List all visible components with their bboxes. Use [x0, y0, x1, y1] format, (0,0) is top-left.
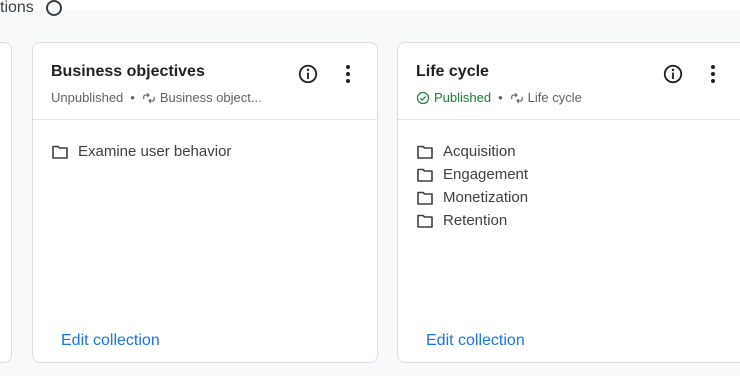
section-heading: tions	[0, 0, 63, 20]
status-label: Unpublished	[51, 90, 124, 105]
folder-icon	[52, 145, 68, 159]
list-item[interactable]: Examine user behavior	[52, 140, 377, 163]
folder-icon	[417, 191, 433, 205]
list-item[interactable]: Engagement	[417, 163, 740, 186]
info-icon[interactable]	[297, 63, 319, 85]
list-item[interactable]: Acquisition	[417, 140, 740, 163]
list-item-label: Acquisition	[443, 143, 516, 160]
card-subtitle: Unpublished • Business object...	[51, 90, 262, 105]
list-item-label: Retention	[443, 212, 508, 229]
card-header: Life cycle Published • Life cycle	[398, 43, 740, 120]
card-body: Examine user behavior	[33, 120, 377, 163]
list-item-label: Engagement	[443, 166, 529, 183]
collection-icon	[143, 92, 155, 103]
separator-dot: •	[130, 90, 135, 105]
status-badge: Published	[416, 90, 491, 105]
status-label: Published	[434, 90, 492, 105]
collection-name: Business object...	[159, 90, 262, 105]
edit-collection-link[interactable]: Edit collection	[426, 332, 525, 350]
folder-icon	[417, 214, 433, 228]
card-subtitle: Published • Life cycle	[416, 90, 582, 105]
list-item-label: Examine user behavior	[78, 143, 232, 160]
list-item-label: Monetization	[443, 189, 529, 206]
card-title: Business objectives	[51, 63, 205, 80]
collection-card: Business objectives Unpublished • Busine…	[32, 42, 378, 363]
edit-collection-link[interactable]: Edit collection	[61, 332, 160, 350]
card-title: Life cycle	[416, 63, 489, 80]
section-heading-text: tions	[0, 0, 34, 16]
collection-card: Life cycle Published • Life cycle Acquis…	[397, 42, 740, 363]
help-icon[interactable]	[46, 0, 63, 16]
folder-icon	[417, 168, 433, 182]
info-icon[interactable]	[662, 63, 684, 85]
collections-area: tions Business objectives Unpublished • …	[0, 0, 740, 376]
folder-icon	[417, 145, 433, 159]
more-vert-icon[interactable]	[703, 63, 723, 85]
list-item[interactable]: Retention	[417, 209, 740, 232]
more-vert-icon[interactable]	[338, 63, 358, 85]
card-header: Business objectives Unpublished • Busine…	[33, 43, 377, 120]
list-item[interactable]: Monetization	[417, 186, 740, 209]
card-body: Acquisition Engagement Monetization Rete…	[398, 120, 740, 232]
separator-dot: •	[498, 90, 503, 105]
check-circle-icon	[416, 91, 430, 104]
collection-icon	[510, 92, 523, 103]
collection-name: Life cycle	[527, 90, 582, 105]
collection-card-partial	[0, 42, 12, 363]
